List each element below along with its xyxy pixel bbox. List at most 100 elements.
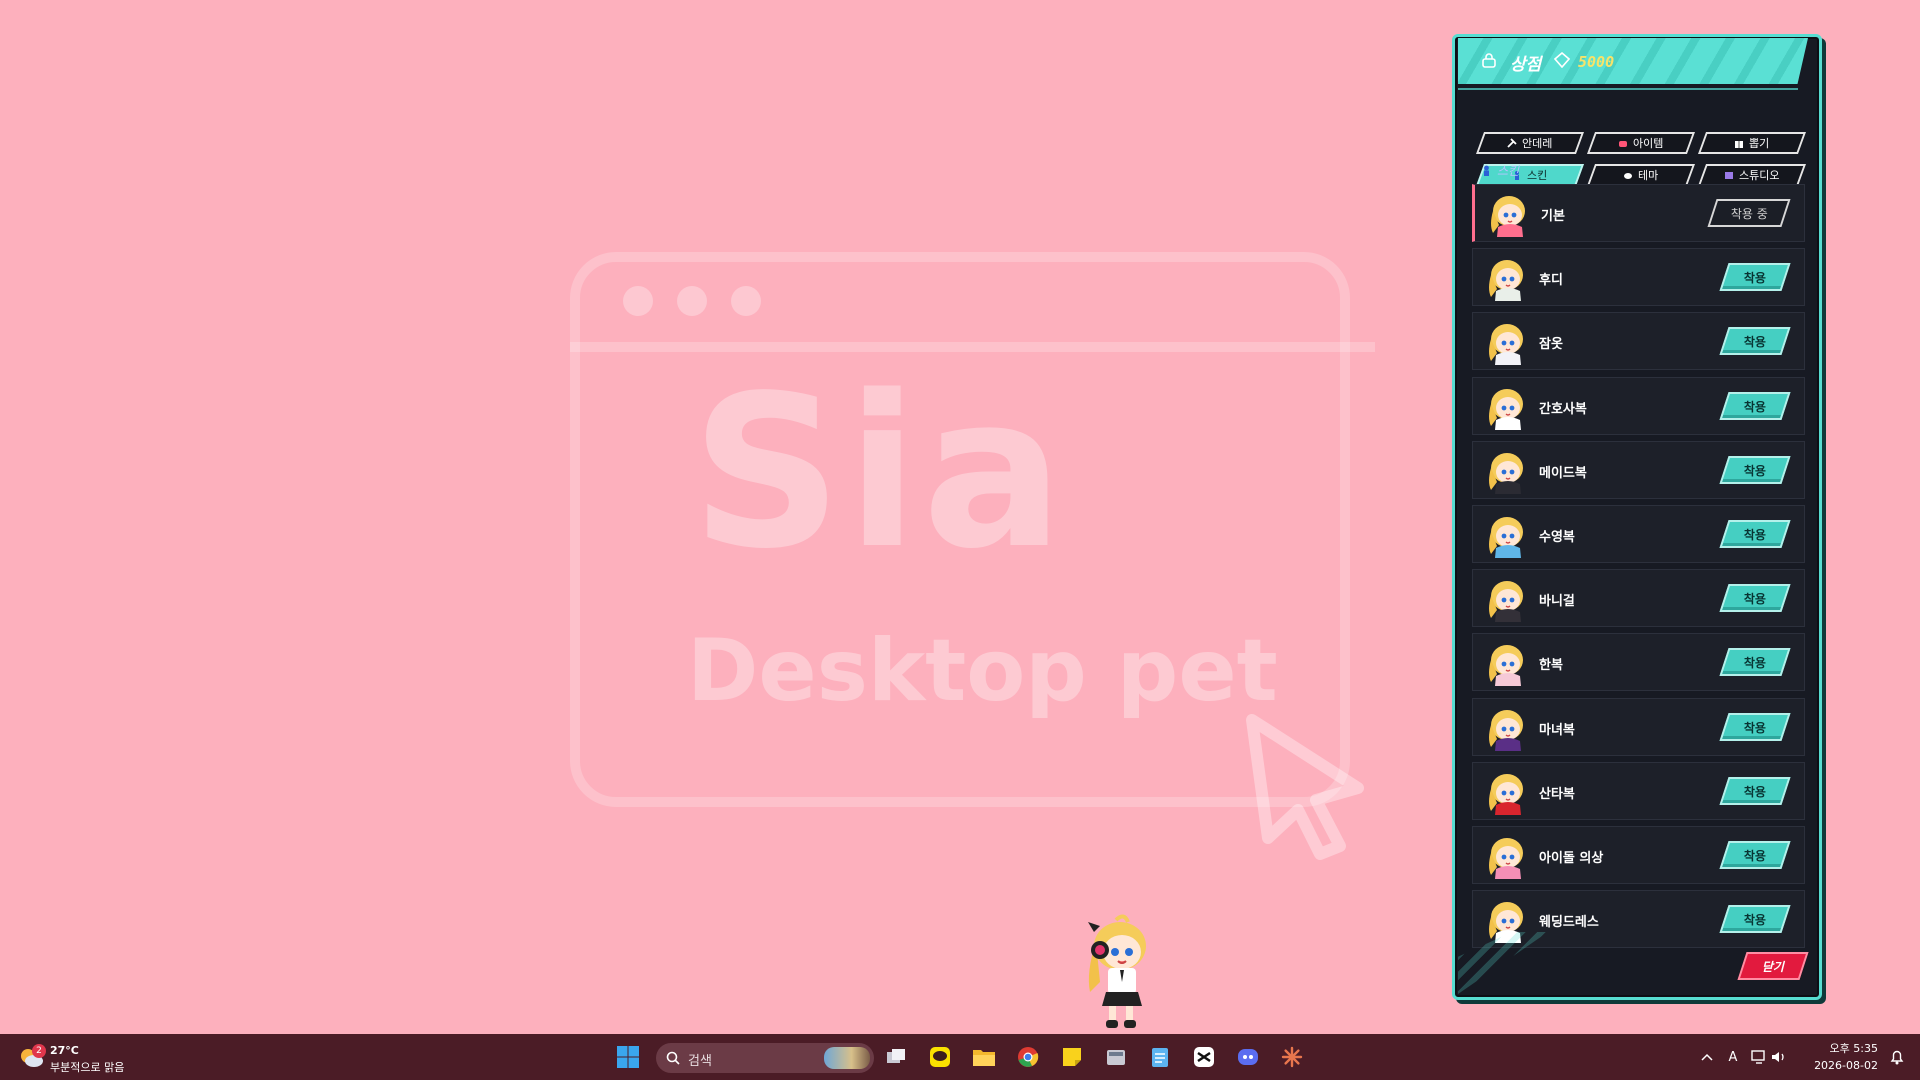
network-icon[interactable]	[1750, 1048, 1768, 1066]
apply-button-label: 착용	[1743, 784, 1767, 799]
tab-yandere[interactable]: 안데레	[1475, 132, 1585, 154]
skin-list-item[interactable]: 잠옷 착용	[1472, 312, 1805, 371]
skin-avatar-icon	[1489, 260, 1523, 302]
system-clock[interactable]: 오후 5:35 2026-08-02	[1814, 1040, 1878, 1074]
wallpaper-watermark: Sia Desktop pet	[565, 248, 1375, 860]
skin-name: 아이돌 의상	[1539, 851, 1604, 866]
system-tray: A 오후 5:35 2026-08-02	[1660, 1034, 1920, 1080]
skin-avatar-icon	[1489, 388, 1523, 430]
windows-start-icon[interactable]	[616, 1045, 640, 1069]
volume-icon[interactable]	[1770, 1048, 1788, 1066]
skin-list-item[interactable]: 아이돌 의상 착용	[1472, 826, 1805, 884]
skin-list-item[interactable]: 메이드복 착용	[1472, 440, 1805, 499]
skin-name: 잠옷	[1539, 337, 1563, 353]
search-placeholder: 검색	[688, 1054, 712, 1069]
photos-app-icon[interactable]	[1102, 1043, 1130, 1071]
apply-skin-button[interactable]: 착용	[1719, 648, 1791, 677]
notepad-icon[interactable]	[1146, 1043, 1174, 1071]
skin-list-item[interactable]: 기본 착용 중	[1472, 184, 1805, 242]
skin-name: 웨딩드레스	[1539, 915, 1599, 931]
skin-avatar-icon	[1489, 452, 1523, 494]
apply-skin-button[interactable]: 착용	[1719, 327, 1791, 356]
skin-avatar-icon	[1489, 517, 1523, 558]
figure-icon	[1484, 165, 1489, 176]
apply-skin-button[interactable]: 착용	[1719, 520, 1791, 548]
tab-items[interactable]: 아이템	[1586, 132, 1696, 154]
chevron-up-icon[interactable]	[1698, 1048, 1716, 1066]
taskbar-search[interactable]: 검색	[656, 1043, 874, 1073]
wallpaper-subtitle: Desktop pet	[687, 621, 1278, 721]
apply-skin-button[interactable]: 착용	[1719, 455, 1791, 484]
apply-skin-button[interactable]: 착용	[1719, 263, 1791, 292]
apply-skin-button[interactable]: 착용	[1719, 905, 1791, 934]
gem-icon	[1554, 52, 1570, 68]
skin-avatar-icon	[1489, 838, 1523, 879]
film-icon	[1725, 172, 1734, 179]
skin-name: 바니걸	[1539, 594, 1575, 610]
tab-label: 스튜디오	[1739, 169, 1780, 182]
skin-list-item[interactable]: 바니걸 착용	[1472, 569, 1805, 628]
notification-bell-icon[interactable]	[1888, 1048, 1906, 1066]
shop-header-divider	[1458, 88, 1798, 90]
apply-button-label: 착용	[1743, 399, 1767, 414]
chrome-icon[interactable]	[1014, 1043, 1042, 1071]
apply-skin-button[interactable]: 착용	[1719, 712, 1791, 741]
apply-button-label: 착용 중	[1730, 206, 1768, 221]
wallpaper-dot	[731, 286, 761, 316]
ime-indicator[interactable]: A	[1724, 1048, 1742, 1066]
weather-widget[interactable]: 2 27°C 부분적으로 맑음	[16, 1040, 156, 1074]
skin-list-item[interactable]: 산타복 착용	[1472, 761, 1805, 820]
search-icon	[666, 1051, 680, 1065]
claude-icon[interactable]	[1278, 1043, 1306, 1071]
apply-skin-button[interactable]: 착용	[1719, 776, 1791, 805]
tab-themes[interactable]: 테마	[1586, 164, 1696, 186]
capcut-icon[interactable]	[1190, 1043, 1218, 1071]
shop-title: 상점	[1510, 55, 1542, 75]
task-view-icon[interactable]	[882, 1043, 910, 1071]
file-explorer-icon[interactable]	[970, 1043, 998, 1071]
skin-avatar-icon	[1489, 645, 1523, 687]
apply-button-label: 착용	[1743, 720, 1767, 735]
shop-panel: 상점 5000 안데레 아이템 뽑기 스킨 테마 스튜디오 스킨 기본 착용 중후…	[1452, 34, 1826, 1002]
clock-time: 오후 5:35	[1829, 1042, 1878, 1055]
apply-button-label: 착용	[1743, 334, 1767, 349]
apply-skin-button[interactable]: 착용	[1719, 391, 1791, 420]
notification-badge: 2	[32, 1044, 46, 1058]
sticky-notes-icon[interactable]	[1058, 1043, 1086, 1071]
skin-list-item[interactable]: 한복 착용	[1472, 633, 1805, 692]
apply-skin-button[interactable]: 착용	[1719, 841, 1791, 869]
skin-list-item[interactable]: 간호사복 착용	[1472, 376, 1805, 435]
apply-button-label: 착용	[1743, 527, 1767, 542]
desktop-pet-character[interactable]	[1076, 912, 1158, 1032]
clock-date: 2026-08-02	[1814, 1059, 1878, 1072]
equipped-status-button[interactable]: 착용 중	[1707, 199, 1791, 227]
wallpaper-title: Sia	[691, 350, 1068, 595]
skin-list-item[interactable]: 수영복 착용	[1472, 505, 1805, 563]
skin-name: 한복	[1539, 658, 1563, 674]
close-button[interactable]: 닫기	[1737, 952, 1809, 980]
section-heading-label: 스킨	[1497, 164, 1520, 178]
section-heading: 스킨	[1482, 162, 1519, 179]
skin-name: 기본	[1541, 209, 1565, 224]
skin-name: 간호사복	[1539, 401, 1587, 417]
tab-label: 아이템	[1633, 137, 1664, 150]
apply-skin-button[interactable]: 착용	[1719, 584, 1791, 613]
tab-studio[interactable]: 스튜디오	[1697, 164, 1807, 186]
skin-name: 메이드복	[1539, 465, 1587, 481]
tab-gacha[interactable]: 뽑기	[1697, 132, 1807, 154]
assistant-app-icon[interactable]	[1234, 1043, 1262, 1071]
cursor-arrow-icon	[1246, 714, 1364, 860]
skin-name: 산타복	[1539, 786, 1575, 802]
skin-list-item[interactable]: 후디 착용	[1472, 248, 1805, 307]
tab-label: 테마	[1638, 169, 1659, 182]
tab-label: 스킨	[1527, 169, 1548, 182]
skin-avatar-icon	[1489, 324, 1523, 366]
apply-button-label: 착용	[1743, 591, 1767, 606]
kakaotalk-icon[interactable]	[926, 1043, 954, 1071]
apply-button-label: 착용	[1743, 848, 1767, 863]
skin-list-item[interactable]: 마녀복 착용	[1472, 697, 1805, 756]
apply-button-label: 착용	[1743, 270, 1767, 285]
weather-description: 부분적으로 맑음	[50, 1061, 125, 1074]
wallpaper-dot	[623, 286, 653, 316]
skin-name: 후디	[1539, 273, 1563, 289]
